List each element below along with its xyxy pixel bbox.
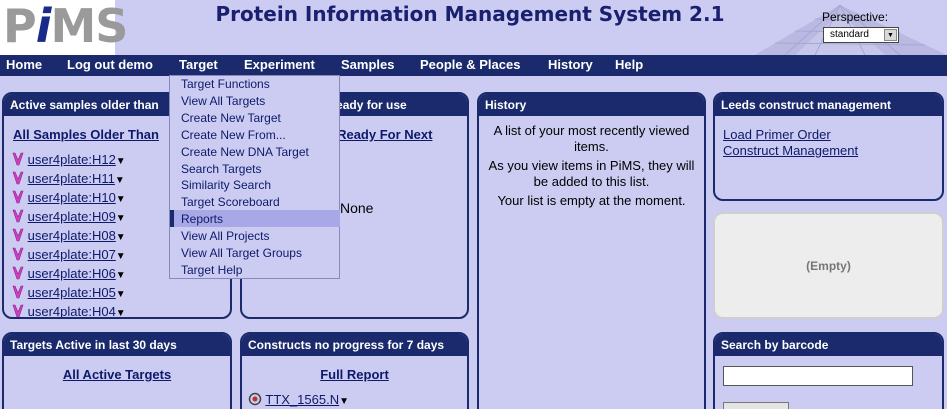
constructs-panel: Constructs no progress for 7 days Full R…	[240, 332, 469, 409]
panel-title: Targets Active in last 30 days	[4, 334, 230, 356]
sample-dropdown-icon[interactable]: ▼	[115, 175, 125, 186]
construct-row: TTX_1565.N▼	[248, 392, 349, 407]
menu-item-view-all-projects[interactable]: View All Projects	[181, 229, 269, 243]
nav-people-places[interactable]: People & Places	[420, 57, 520, 72]
menu-item-create-new-dna-target[interactable]: Create New DNA Target	[181, 145, 309, 159]
sample-tube-icon	[12, 152, 24, 166]
menu-item-create-new-from[interactable]: Create New From...	[181, 128, 286, 142]
sample-dropdown-icon[interactable]: ▼	[116, 289, 126, 300]
app-title: Protein Information Management System 2.…	[215, 2, 725, 26]
sample-tube-icon	[12, 285, 24, 299]
full-report-link[interactable]: Full Report	[242, 367, 467, 382]
sample-link[interactable]: user4plate:H11	[28, 171, 115, 186]
ready-samples-value: None	[340, 200, 374, 216]
leeds-panel: Leeds construct management Load Primer O…	[713, 92, 944, 201]
sample-tube-icon	[12, 304, 24, 317]
barcode-input[interactable]	[723, 366, 913, 386]
sample-dropdown-icon[interactable]: ▼	[116, 213, 126, 224]
construct-link[interactable]: TTX_1565.N	[265, 392, 339, 407]
menu-item-view-all-target-groups[interactable]: View All Target Groups	[181, 246, 302, 260]
history-text: A list of your most recently viewed item…	[483, 123, 700, 209]
menu-item-create-new-target[interactable]: Create New Target	[181, 111, 281, 125]
sample-dropdown-icon[interactable]: ▼	[116, 308, 126, 317]
history-line: As you view items in PiMS, they will be …	[488, 158, 695, 189]
sample-tube-icon	[12, 228, 24, 242]
sample-row: user4plate:H12▼	[12, 152, 126, 169]
panel-title: History	[479, 94, 704, 116]
dropdown-arrow-icon[interactable]: ▼	[884, 29, 897, 41]
sample-row: user4plate:H11▼	[12, 171, 125, 188]
main-navbar: Home Log out demo Target Experiment Samp…	[0, 55, 947, 76]
leeds-links: Load Primer Order Construct Management	[723, 127, 858, 159]
nav-help[interactable]: Help	[615, 57, 643, 72]
sample-row: user4plate:H06▼	[12, 266, 126, 283]
perspective-select[interactable]: standard ▼	[823, 27, 899, 43]
construct-dropdown-icon[interactable]: ▼	[339, 396, 349, 407]
sample-link[interactable]: user4plate:H12	[28, 152, 116, 167]
sample-row: user4plate:H09▼	[12, 209, 126, 226]
menu-item-target-help[interactable]: Target Help	[181, 263, 242, 277]
nav-logout[interactable]: Log out demo	[67, 57, 153, 72]
menu-item-target-scoreboard[interactable]: Target Scoreboard	[181, 195, 280, 209]
construct-management-link[interactable]: Construct Management	[723, 143, 858, 159]
empty-panel: (Empty)	[713, 212, 944, 319]
sample-tube-icon	[12, 247, 24, 261]
sample-row: user4plate:H05▼	[12, 285, 126, 302]
load-primer-order-link[interactable]: Load Primer Order	[723, 127, 858, 143]
sample-dropdown-icon[interactable]: ▼	[116, 156, 126, 167]
nav-samples[interactable]: Samples	[341, 57, 394, 72]
barcode-panel: Search by barcode	[713, 332, 944, 409]
sample-link[interactable]: user4plate:H04	[28, 304, 116, 317]
sample-tube-icon	[12, 266, 24, 280]
menu-item-similarity-search[interactable]: Similarity Search	[181, 178, 271, 192]
header: PiMS Protein Information Management Syst…	[0, 0, 947, 55]
sample-link[interactable]: user4plate:H10	[28, 190, 116, 205]
sample-link[interactable]: user4plate:H05	[28, 285, 116, 300]
all-active-targets-link[interactable]: All Active Targets	[4, 367, 230, 382]
menu-item-reports[interactable]: Reports	[181, 212, 223, 226]
pims-logo[interactable]: PiMS	[0, 0, 128, 55]
history-panel: History A list of your most recently vie…	[477, 92, 706, 409]
sample-dropdown-icon[interactable]: ▼	[116, 251, 126, 262]
sample-link[interactable]: user4plate:H07	[28, 247, 116, 262]
sample-tube-icon	[12, 171, 24, 185]
sample-link[interactable]: user4plate:H08	[28, 228, 116, 243]
nav-target[interactable]: Target	[179, 57, 218, 72]
sample-row: user4plate:H08▼	[12, 228, 126, 245]
logo-text: PiMS	[3, 0, 128, 53]
sample-dropdown-icon[interactable]: ▼	[116, 270, 126, 281]
sample-link[interactable]: user4plate:H06	[28, 266, 116, 281]
panel-title: Search by barcode	[715, 334, 942, 356]
sample-link[interactable]: user4plate:H09	[28, 209, 116, 224]
nav-experiment[interactable]: Experiment	[244, 57, 315, 72]
sample-row: user4plate:H10▼	[12, 190, 126, 207]
history-line: A list of your most recently viewed item…	[493, 123, 690, 154]
empty-text: (Empty)	[806, 259, 851, 273]
target-dropdown-menu: Target Functions View All Targets Create N…	[169, 75, 340, 279]
targets-active-panel: Targets Active in last 30 days All Activ…	[2, 332, 232, 409]
menu-item-target-functions[interactable]: Target Functions	[181, 77, 270, 91]
nav-home[interactable]: Home	[6, 57, 42, 72]
sample-dropdown-icon[interactable]: ▼	[116, 232, 126, 243]
history-line: Your list is empty at the moment.	[497, 193, 686, 208]
sample-row: user4plate:H04▼	[12, 304, 126, 317]
nav-history[interactable]: History	[548, 57, 593, 72]
sample-tube-icon	[12, 209, 24, 223]
sample-dropdown-icon[interactable]: ▼	[116, 194, 126, 205]
construct-icon	[248, 392, 262, 406]
perspective-value: standard	[830, 29, 869, 40]
sample-tube-icon	[12, 190, 24, 204]
all-samples-older-link[interactable]: All Samples Older Than	[13, 127, 159, 142]
barcode-search-button[interactable]	[723, 402, 789, 409]
panel-title: Leeds construct management	[715, 94, 942, 116]
sample-row: user4plate:H07▼	[12, 247, 126, 264]
menu-item-search-targets[interactable]: Search Targets	[181, 162, 262, 176]
panel-title: Constructs no progress for 7 days	[242, 334, 467, 356]
perspective-label: Perspective:	[822, 10, 889, 24]
menu-item-view-all-targets[interactable]: View All Targets	[181, 94, 265, 108]
